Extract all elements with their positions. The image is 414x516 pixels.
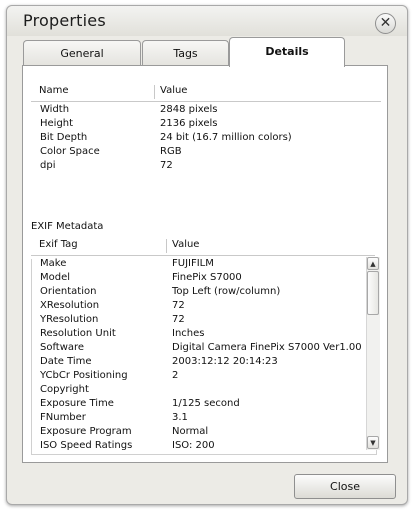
exif-row[interactable]: Exposure Program Normal <box>31 426 367 440</box>
header-divider <box>31 101 381 102</box>
exif-tag: XResolution <box>40 300 100 311</box>
exif-value: FinePix S7000 <box>172 272 242 283</box>
exif-value: ISO: 200 <box>172 440 215 451</box>
exif-row[interactable]: ISO Speed Ratings ISO: 200 <box>31 440 367 454</box>
exif-header-divider <box>31 255 375 256</box>
exif-header: Exif Tag Value <box>31 239 375 253</box>
property-value: RGB <box>160 146 182 157</box>
exif-row[interactable]: Orientation Top Left (row/column) <box>31 286 367 300</box>
exif-tag: FNumber <box>40 412 86 423</box>
exif-row[interactable]: YCbCr Positioning 2 <box>31 370 367 384</box>
column-divider[interactable] <box>154 85 155 99</box>
exif-tag: ISO Speed Ratings <box>40 440 133 451</box>
property-value: 2848 pixels <box>160 104 218 115</box>
exif-value-column-header[interactable]: Value <box>172 239 199 250</box>
column-divider[interactable] <box>166 239 167 253</box>
exif-tag: Resolution Unit <box>40 328 116 339</box>
details-panel: Name Value Width 2848 pixels Height 2136 pi… <box>22 65 388 463</box>
exif-value: FUJIFILM <box>172 258 214 269</box>
value-column-header[interactable]: Value <box>160 85 187 96</box>
exif-row[interactable]: Exposure Time 1/125 second <box>31 398 367 412</box>
exif-row[interactable]: FNumber 3.1 <box>31 412 367 426</box>
exif-row[interactable]: Copyright <box>31 384 367 398</box>
property-value: 24 bit (16.7 million colors) <box>160 132 292 143</box>
property-name: Height <box>40 118 74 129</box>
scroll-up-icon[interactable]: ▲ <box>367 257 379 270</box>
exif-value: 2 <box>172 370 179 381</box>
exif-row[interactable]: XResolution 72 <box>31 300 367 314</box>
exif-value: Normal <box>172 426 209 437</box>
exif-value: 72 <box>172 314 185 325</box>
exif-value: Digital Camera FinePix S7000 Ver1.00 <box>172 342 362 353</box>
property-row[interactable]: Width 2848 pixels <box>31 104 381 118</box>
property-name: Color Space <box>40 146 100 157</box>
exif-row[interactable]: Software Digital Camera FinePix S7000 Ver… <box>31 342 367 356</box>
scroll-thumb[interactable] <box>367 271 379 315</box>
exif-row[interactable]: YResolution 72 <box>31 314 367 328</box>
exif-tag: YResolution <box>40 314 99 325</box>
exif-value: 3.1 <box>172 412 188 423</box>
tab-general[interactable]: General <box>23 40 141 66</box>
exif-value: 2003:12:12 20:14:23 <box>172 356 278 367</box>
exif-tag: Exposure Program <box>40 426 132 437</box>
exif-value: 1/125 second <box>172 398 240 409</box>
name-column-header[interactable]: Name <box>39 85 69 96</box>
exif-tag: Make <box>40 258 67 269</box>
property-value: 72 <box>160 160 173 171</box>
property-name: dpi <box>40 160 56 171</box>
tab-tags[interactable]: Tags <box>142 40 229 66</box>
property-name: Bit Depth <box>40 132 88 143</box>
property-name: Width <box>40 104 70 115</box>
exif-tag: Model <box>40 272 71 283</box>
exif-tag: Orientation <box>40 286 97 297</box>
exif-tag: Exposure Time <box>40 398 114 409</box>
exif-value: Inches <box>172 328 205 339</box>
exif-section-label: EXIF Metadata <box>31 221 104 232</box>
exif-tag: YCbCr Positioning <box>40 370 128 381</box>
property-row[interactable]: Height 2136 pixels <box>31 118 381 132</box>
property-row[interactable]: Color Space RGB <box>31 146 381 160</box>
exif-tag: Date Time <box>40 356 92 367</box>
exif-tag: Copyright <box>40 384 89 395</box>
scroll-down-icon[interactable]: ▼ <box>367 436 379 449</box>
exif-row[interactable]: Date Time 2003:12:12 20:14:23 <box>31 356 367 370</box>
exif-scrollbar[interactable]: ▲ ▼ <box>366 257 380 450</box>
property-row[interactable]: dpi 72 <box>31 160 381 174</box>
exif-tag-column-header[interactable]: Exif Tag <box>39 239 78 250</box>
property-row[interactable]: Bit Depth 24 bit (16.7 million colors) <box>31 132 381 146</box>
close-button[interactable]: Close <box>294 474 396 499</box>
properties-dialog: Properties ✕ General Tags Details Name V… <box>6 5 408 505</box>
exif-row[interactable]: Resolution Unit Inches <box>31 328 367 342</box>
exif-tag: Software <box>40 342 85 353</box>
tab-details[interactable]: Details <box>229 37 345 67</box>
title-bar[interactable]: Properties ✕ <box>7 6 407 36</box>
exif-value: Top Left (row/column) <box>172 286 281 297</box>
window-title: Properties <box>23 11 106 30</box>
exif-row[interactable]: Model FinePix S7000 <box>31 272 367 286</box>
properties-header: Name Value <box>31 85 381 99</box>
property-value: 2136 pixels <box>160 118 218 129</box>
exif-value: 72 <box>172 300 185 311</box>
exif-row[interactable]: Make FUJIFILM <box>31 258 367 272</box>
close-icon[interactable]: ✕ <box>375 13 396 34</box>
